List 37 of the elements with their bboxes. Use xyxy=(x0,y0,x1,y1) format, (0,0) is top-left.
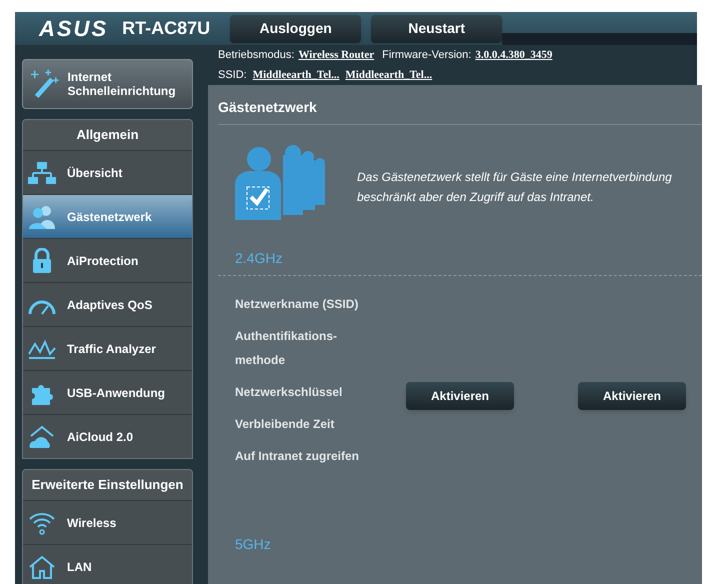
field-label: Netzwerkschlüssel xyxy=(235,384,344,401)
model-name: RT-AC87U xyxy=(122,17,210,40)
users-icon xyxy=(27,204,57,230)
nav-item[interactable]: LAN xyxy=(23,544,192,584)
nav-item[interactable]: Gästenetzwerk xyxy=(23,194,192,238)
description-text: Das Gästenetzwerk stellt für Gäste eine Internetverbindung beschränkt aber den Zugriff auf das Intranet. xyxy=(357,169,673,206)
nav-item[interactable]: AiProtection xyxy=(23,238,192,282)
nav-group-title: Allgemein xyxy=(75,126,140,144)
nav-item[interactable]: Übersicht xyxy=(23,150,192,194)
page-title: Gästenetzwerk xyxy=(218,85,702,125)
header-button[interactable]: Neustart xyxy=(371,14,502,42)
nav-item[interactable]: AiCloud 2.0 xyxy=(23,414,192,458)
info-label: SSID: xyxy=(218,68,247,83)
band-heading: 5GHz xyxy=(234,535,272,554)
nav-item[interactable]: USB-Anwendung xyxy=(23,370,192,414)
field-label: Auf Intranet zugreifen xyxy=(235,448,360,465)
nav-item[interactable]: Wireless xyxy=(23,500,192,544)
info-label: Firmware-Version: xyxy=(382,48,472,62)
field-label: Verbleibende Zeit xyxy=(235,416,336,433)
quick-setup-button[interactable]: Internet Schnelleinrichtung xyxy=(22,59,193,109)
ssid-link[interactable]: Middleearth_Tel... xyxy=(345,67,432,84)
band-heading: 2.4GHz xyxy=(234,249,284,268)
brand-logo: ASUS xyxy=(39,15,108,43)
activate-button[interactable]: Aktivieren xyxy=(578,382,686,410)
activate-button[interactable]: Aktivieren xyxy=(406,382,514,410)
field-label: Authentifikations- methode xyxy=(235,328,338,369)
nav-item[interactable]: Adaptives QoS xyxy=(23,282,192,326)
nav-group-title: Erweiterte Einstellungen xyxy=(30,476,184,494)
mode-link[interactable]: Wireless Router xyxy=(298,46,374,63)
field-label: Netzwerkname (SSID) xyxy=(235,296,360,313)
header-button[interactable]: Ausloggen xyxy=(230,14,362,42)
house-icon xyxy=(27,554,57,580)
firmware-link[interactable]: 3.0.0.4.380_3459 xyxy=(475,46,552,63)
ssid-link[interactable]: Middleearth_Tel... xyxy=(252,67,340,84)
nav-item[interactable]: Traffic Analyzer xyxy=(23,326,192,370)
info-label: Betriebsmodus: xyxy=(218,48,294,62)
network-icon xyxy=(27,160,57,186)
